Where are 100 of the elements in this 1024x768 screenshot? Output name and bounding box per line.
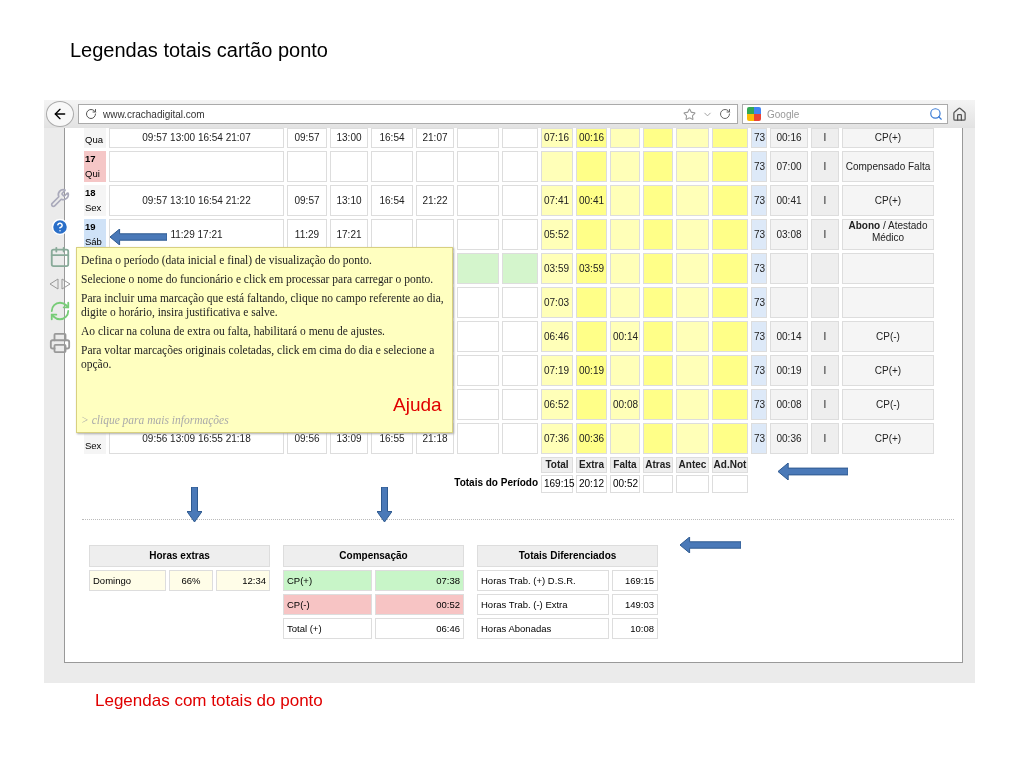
table-cell[interactable]: 00:08 xyxy=(610,389,640,420)
table-cell xyxy=(643,321,673,352)
table-cell: CP(-) xyxy=(283,594,372,615)
home-icon[interactable] xyxy=(952,106,967,122)
table-cell[interactable] xyxy=(576,389,607,420)
table-cell[interactable] xyxy=(610,355,640,386)
table-cell[interactable]: 00:14 xyxy=(610,321,640,352)
day-cell[interactable]: Qua xyxy=(84,128,106,148)
table-cell[interactable]: 21:07 xyxy=(416,128,454,148)
search-icon[interactable] xyxy=(929,107,943,121)
table-cell: 07:00 xyxy=(770,151,808,182)
table-cell: 73 xyxy=(751,185,767,216)
table-cell[interactable] xyxy=(610,151,640,182)
table-cell: 73 xyxy=(751,151,767,182)
annotation-label: Ajuda xyxy=(393,394,442,416)
table-cell[interactable]: 16:54 xyxy=(371,185,413,216)
table-cell: CP(+) xyxy=(842,423,934,454)
table-cell: Horas Abonadas xyxy=(477,618,609,639)
table-cell xyxy=(712,321,748,352)
table-cell: 09:57 13:10 16:54 21:22 xyxy=(109,185,284,216)
address-bar[interactable]: www.crachadigital.com xyxy=(78,104,738,124)
tools-icon[interactable] xyxy=(50,188,70,208)
table-cell[interactable] xyxy=(610,423,640,454)
table-cell[interactable] xyxy=(330,151,368,182)
table-cell[interactable]: 13:10 xyxy=(330,185,368,216)
help-icon[interactable] xyxy=(51,218,69,236)
totals-label: Totais do Período xyxy=(453,476,538,490)
table-cell[interactable] xyxy=(371,151,413,182)
day-cell[interactable]: 18 Sex xyxy=(84,185,106,216)
table-cell xyxy=(676,423,709,454)
table-cell xyxy=(712,219,748,250)
table-cell: Horas Trab. (+) D.S.R. xyxy=(477,570,609,591)
table-cell xyxy=(676,287,709,318)
table-cell[interactable] xyxy=(610,219,640,250)
table-cell: 73 xyxy=(751,389,767,420)
calendar-icon[interactable] xyxy=(49,246,71,268)
reload-icon[interactable] xyxy=(719,108,731,120)
table-cell: 07:03 xyxy=(541,287,573,318)
search-box[interactable]: Google xyxy=(742,104,948,124)
table-cell xyxy=(676,151,709,182)
table-header: Totais Diferenciados xyxy=(477,545,658,567)
table-cell[interactable]: 09:57 xyxy=(287,185,327,216)
slide-caption: Legendas com totais do ponto xyxy=(95,691,323,711)
table-cell[interactable]: 00:41 xyxy=(576,185,607,216)
table-cell: CP(+) xyxy=(842,185,934,216)
search-engine-icon xyxy=(747,107,761,121)
table-cell[interactable]: 09:57 xyxy=(287,128,327,148)
table-cell[interactable] xyxy=(576,287,607,318)
day-cell[interactable]: 17 Qui xyxy=(84,151,106,182)
table-cell[interactable] xyxy=(576,321,607,352)
table-cell[interactable]: 21:22 xyxy=(416,185,454,216)
table-cell xyxy=(676,185,709,216)
table-cell: I xyxy=(811,151,839,182)
table-cell[interactable] xyxy=(576,151,607,182)
table-cell: CP(+) xyxy=(283,570,372,591)
bookmark-icon[interactable] xyxy=(683,107,696,121)
table-cell: 03:59 xyxy=(541,253,573,284)
help-text: Defina o período (data inicial e final) de visualização do ponto. xyxy=(81,253,373,267)
table-cell[interactable] xyxy=(610,287,640,318)
column-header: Falta xyxy=(610,457,640,473)
table-cell xyxy=(712,287,748,318)
table-cell[interactable] xyxy=(416,151,454,182)
table-cell xyxy=(643,423,673,454)
table-cell: I xyxy=(811,219,839,250)
table-cell xyxy=(676,475,709,493)
table-cell[interactable] xyxy=(610,128,640,148)
table-cell: Abono / Atestado Médico xyxy=(842,219,934,250)
table-cell[interactable] xyxy=(610,185,640,216)
arrow-icon xyxy=(680,537,741,553)
navigation-arrows-icon[interactable] xyxy=(49,278,71,290)
back-button[interactable] xyxy=(46,101,74,127)
table-cell xyxy=(676,253,709,284)
table-cell: 00:19 xyxy=(770,355,808,386)
table-cell: 07:38 xyxy=(375,570,464,591)
column-header: Atras xyxy=(643,457,673,473)
table-cell xyxy=(712,475,748,493)
table-cell[interactable]: 00:16 xyxy=(576,128,607,148)
table-cell[interactable]: 00:19 xyxy=(576,355,607,386)
column-header: Total xyxy=(541,457,573,473)
arrow-icon xyxy=(778,463,848,480)
table-cell[interactable] xyxy=(576,219,607,250)
table-cell: 07:19 xyxy=(541,355,573,386)
table-cell[interactable]: 13:00 xyxy=(330,128,368,148)
print-icon[interactable] xyxy=(49,332,71,354)
table-cell: 06:46 xyxy=(375,618,464,639)
table-cell xyxy=(712,389,748,420)
table-cell[interactable]: 16:54 xyxy=(371,128,413,148)
search-field[interactable]: Google xyxy=(765,107,925,121)
help-text: Ao clicar na coluna de extra ou falta, habilitará o menu de ajustes. xyxy=(81,324,386,338)
table-cell[interactable]: 00:36 xyxy=(576,423,607,454)
table-cell[interactable] xyxy=(287,151,327,182)
table-cell: I xyxy=(811,321,839,352)
table-cell xyxy=(676,389,709,420)
help-text: Selecione o nome do funcionário e click em processar para carregar o ponto. xyxy=(81,272,435,286)
table-cell xyxy=(712,128,748,148)
refresh-icon[interactable] xyxy=(49,300,71,322)
table-cell: 73 xyxy=(751,253,767,284)
table-cell[interactable] xyxy=(610,253,640,284)
table-cell: 73 xyxy=(751,423,767,454)
table-cell[interactable]: 03:59 xyxy=(576,253,607,284)
